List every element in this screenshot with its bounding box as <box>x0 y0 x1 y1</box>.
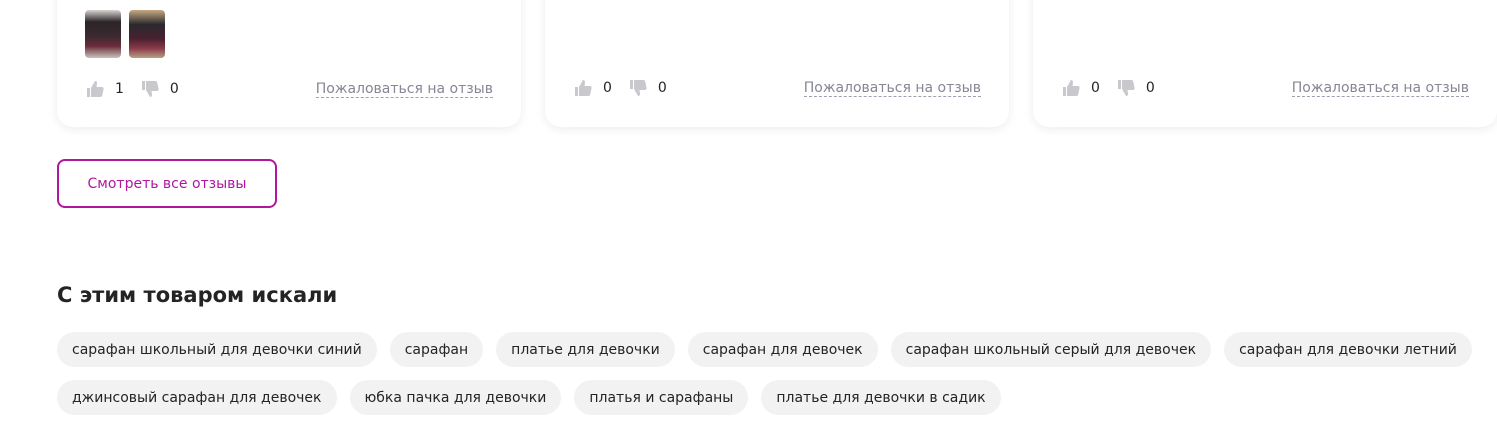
thumbs-up-icon <box>87 81 104 97</box>
review-card: 0 0 Пожаловаться на отзыв <box>1033 0 1497 127</box>
like-button[interactable]: 0 <box>1061 78 1100 98</box>
review-card: 1 0 Пожаловаться на отзыв <box>57 0 521 127</box>
dislike-count: 0 <box>657 80 667 96</box>
like-count: 0 <box>1091 80 1100 96</box>
search-chip[interactable]: джинсовый сарафан для девочек <box>57 380 337 415</box>
search-chip[interactable]: юбка пачка для девочки <box>349 380 562 415</box>
review-photo[interactable] <box>129 10 165 58</box>
thumbs-down-icon <box>141 81 159 97</box>
search-chips: сарафан школьный для девочки синий сараф… <box>57 332 1477 415</box>
dislike-button[interactable]: 0 <box>140 79 179 99</box>
thumbs-down-icon <box>629 80 647 96</box>
complain-link[interactable]: Пожаловаться на отзыв <box>315 81 493 98</box>
review-footer: 1 0 Пожаловаться на отзыв <box>85 79 493 99</box>
thumbs-up-icon <box>575 80 592 96</box>
search-chip[interactable]: платья и сарафаны <box>574 380 749 415</box>
review-photo[interactable] <box>85 10 121 58</box>
search-chip[interactable]: сарафан школьный для девочки синий <box>57 332 377 367</box>
dislike-button[interactable]: 0 <box>628 78 667 98</box>
search-chip[interactable]: сарафан школьный серый для девочек <box>890 332 1212 367</box>
dislike-count: 0 <box>169 81 179 97</box>
search-chip[interactable]: платье для девочки <box>496 332 675 367</box>
thumbs-down-icon <box>1117 80 1135 96</box>
dislike-button[interactable]: 0 <box>1116 78 1155 98</box>
like-count: 1 <box>115 81 124 97</box>
search-chip[interactable]: сарафан для девочек <box>687 332 878 367</box>
dislike-count: 0 <box>1145 80 1155 96</box>
review-card: 0 0 Пожаловаться на отзыв <box>545 0 1009 127</box>
thumbs-up-icon <box>1063 80 1080 96</box>
complain-link[interactable]: Пожаловаться на отзыв <box>1291 80 1469 97</box>
review-photos <box>85 10 165 58</box>
search-chip[interactable]: платье для девочки в садик <box>761 380 1001 415</box>
like-button[interactable]: 1 <box>85 79 124 99</box>
section-title: С этим товаром искали <box>57 283 338 307</box>
review-footer: 0 0 Пожаловаться на отзыв <box>573 78 981 98</box>
like-button[interactable]: 0 <box>573 78 612 98</box>
complain-link[interactable]: Пожаловаться на отзыв <box>803 80 981 97</box>
search-chip[interactable]: сарафан для девочки летний <box>1224 332 1472 367</box>
search-chip[interactable]: сарафан <box>389 332 484 367</box>
like-count: 0 <box>603 80 612 96</box>
view-all-reviews-button[interactable]: Смотреть все отзывы <box>57 159 277 208</box>
review-footer: 0 0 Пожаловаться на отзыв <box>1061 78 1469 98</box>
